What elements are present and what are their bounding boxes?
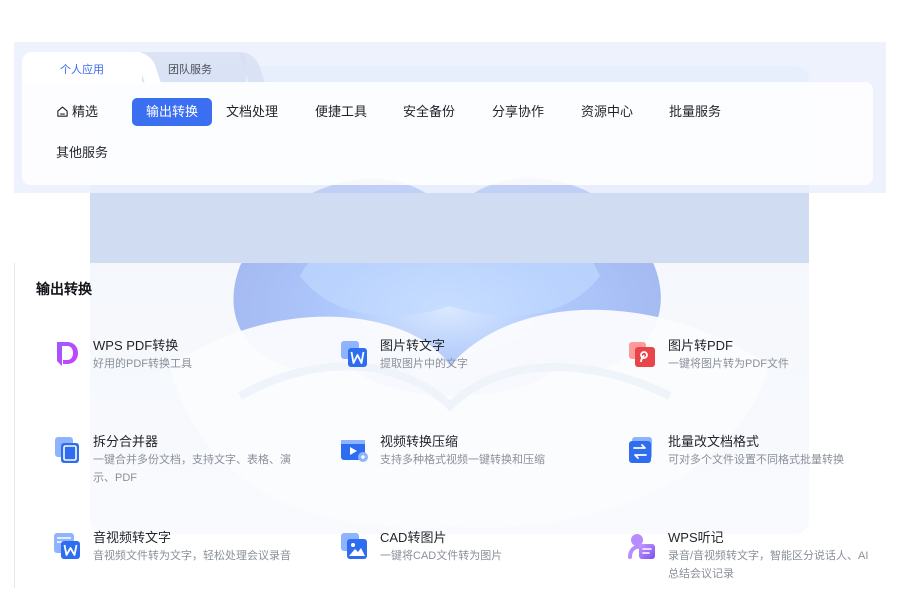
category-security-backup[interactable]: 安全备份 bbox=[389, 98, 469, 126]
home-icon bbox=[57, 106, 68, 117]
tool-split-merge[interactable]: 拆分合并器 一键合并多份文档，支持文字、表格、演示、PDF bbox=[52, 434, 312, 491]
category-document-processing[interactable]: 文档处理 bbox=[212, 98, 292, 126]
video-convert-icon bbox=[339, 435, 369, 465]
tool-title: CAD转图片 bbox=[380, 530, 447, 545]
category-share-collaboration[interactable]: 分享协作 bbox=[478, 98, 558, 126]
cad-to-image-icon bbox=[339, 531, 369, 561]
wps-tingji-icon bbox=[627, 531, 657, 561]
tool-desc: 音视频文件转为文字，轻松处理会议录音 bbox=[93, 550, 291, 562]
tool-audio-video-to-text[interactable]: 音视频转文字 音视频文件转为文字，轻松处理会议录音 bbox=[52, 530, 312, 571]
tool-title: 拆分合并器 bbox=[93, 434, 159, 449]
tool-desc: 一键将图片转为PDF文件 bbox=[668, 358, 789, 370]
tool-title: 批量改文档格式 bbox=[668, 434, 760, 449]
tool-batch-format-change[interactable]: 批量改文档格式 可对多个文件设置不同格式批量转换 bbox=[627, 434, 887, 475]
tool-desc: 录音/音视频转文字，智能区分说话人、AI总结会议记录 bbox=[668, 550, 869, 580]
wps-pdf-icon bbox=[52, 339, 82, 369]
batch-format-icon bbox=[627, 435, 657, 465]
tool-wps-tingji[interactable]: WPS听记 录音/音视频转文字，智能区分说话人、AI总结会议记录 bbox=[627, 530, 887, 587]
tool-title: 音视频转文字 bbox=[93, 530, 172, 545]
category-quick-tools[interactable]: 便捷工具 bbox=[301, 98, 381, 126]
tool-title: WPS听记 bbox=[668, 530, 724, 545]
tool-title: 图片转PDF bbox=[668, 338, 734, 353]
image-to-text-icon bbox=[339, 339, 369, 369]
tab-personal-apps[interactable]: 个人应用 bbox=[22, 52, 142, 84]
tool-desc: 可对多个文件设置不同格式批量转换 bbox=[668, 454, 844, 466]
section-title: 输出转换 bbox=[36, 281, 92, 297]
app-category-panel: 团队服务 个人应用 精选 输出转换 文档处理 便捷工具 安全备份 分享协作 资源… bbox=[14, 42, 886, 193]
split-merge-icon bbox=[52, 435, 82, 465]
tab-bar: 团队服务 个人应用 bbox=[14, 42, 886, 84]
tool-desc: 好用的PDF转换工具 bbox=[93, 358, 192, 370]
tool-desc: 一键将CAD文件转为图片 bbox=[380, 550, 503, 562]
tool-title: WPS PDF转换 bbox=[93, 338, 179, 353]
category-featured-label: 精选 bbox=[72, 104, 99, 119]
tool-image-to-text[interactable]: 图片转文字 提取图片中的文字 bbox=[339, 338, 599, 379]
image-to-pdf-icon bbox=[627, 339, 657, 369]
category-batch-services[interactable]: 批量服务 bbox=[655, 98, 735, 126]
audio-to-text-icon bbox=[52, 531, 82, 561]
tool-desc: 一键合并多份文档，支持文字、表格、演示、PDF bbox=[93, 454, 291, 484]
category-featured[interactable]: 精选 bbox=[42, 98, 112, 126]
tool-image-to-pdf[interactable]: 图片转PDF 一键将图片转为PDF文件 bbox=[627, 338, 887, 379]
tool-video-convert-compress[interactable]: 视频转换压缩 支持多种格式视频一键转换和压缩 bbox=[339, 434, 599, 475]
wallpaper-band bbox=[90, 193, 809, 263]
tab-personal-apps-label: 个人应用 bbox=[60, 64, 104, 76]
tool-wps-pdf-convert[interactable]: WPS PDF转换 好用的PDF转换工具 bbox=[52, 338, 312, 379]
category-output-conversion[interactable]: 输出转换 bbox=[132, 98, 213, 126]
output-conversion-section: 输出转换 WPS PDF转换 好用的PDF转换工具 图片转文字 提取图片中的文字 bbox=[14, 263, 886, 600]
tool-title: 视频转换压缩 bbox=[380, 434, 459, 449]
category-resource-center[interactable]: 资源中心 bbox=[567, 98, 647, 126]
tool-title: 图片转文字 bbox=[380, 338, 446, 353]
category-card: 精选 输出转换 文档处理 便捷工具 安全备份 分享协作 资源中心 批量服务 其他… bbox=[22, 82, 873, 185]
tool-cad-to-image[interactable]: CAD转图片 一键将CAD文件转为图片 bbox=[339, 530, 599, 571]
tool-desc: 支持多种格式视频一键转换和压缩 bbox=[380, 454, 545, 466]
tool-desc: 提取图片中的文字 bbox=[380, 358, 468, 370]
category-other-services[interactable]: 其他服务 bbox=[42, 139, 122, 167]
section-divider bbox=[14, 263, 15, 588]
tab-team-services-label: 团队服务 bbox=[168, 64, 212, 76]
